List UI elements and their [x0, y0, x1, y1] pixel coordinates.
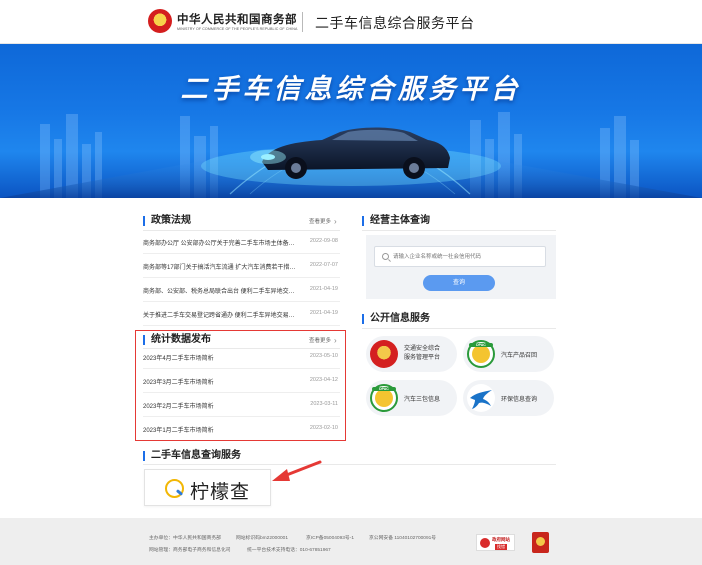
platform-title[interactable]: 二手车信息综合服务平台 [315, 13, 475, 33]
policy-more-link[interactable]: 查看更多 › [309, 217, 337, 226]
national-emblem-icon [148, 9, 172, 33]
service-label: 环保信息查询 [501, 397, 538, 403]
policy-item-title: 商务部等17部门关于搞活汽车流通 扩大汽车消费若干措施... [143, 265, 298, 271]
used-car-query-title: 二手车信息查询服务 [143, 451, 241, 461]
stats-item[interactable]: 2023年1月二手车市场简析 2023-02-10 [143, 417, 340, 441]
stats-item[interactable]: 2023年2月二手车市场简析 2023-03-11 [143, 393, 340, 417]
service-label: 汽车产品召回 [501, 353, 538, 359]
policy-item-date: 2021-04-19 [309, 286, 338, 292]
dpac-icon-mark: DPAC [372, 387, 396, 391]
stats-item-date: 2023-05-10 [309, 353, 338, 359]
policy-item-date: 2021-04-19 [309, 310, 338, 316]
chevron-right-icon: › [334, 217, 337, 226]
dpac-icon: DPAC [370, 384, 398, 412]
gov-badge-line2: 找错 [495, 544, 507, 550]
footer-icp[interactable]: 京ICP备05004093号-1 [306, 534, 354, 541]
service-label: 汽车三包信息 [404, 397, 441, 403]
entity-query-title-rule [362, 230, 556, 231]
chevron-right-icon: › [334, 336, 337, 345]
footer-operator: 网站管理：商务部电子商务和信息化司 [149, 548, 231, 553]
service-label-line1: 交通安全综合 [404, 346, 441, 352]
policy-item[interactable]: 关于推进二手车交易登记跨省通办 便利二手车异地交易的... 2021-04-19 [143, 302, 340, 326]
public-services-title-rule [362, 328, 556, 329]
stats-item-title: 2023年3月二手车市场简析 [143, 380, 214, 386]
stats-item-title: 2023年4月二手车市场简析 [143, 356, 214, 362]
public-services-title: 公开信息服务 [362, 314, 430, 324]
policy-item-title: 商务部办公厅 公安部办公厅关于完善二手车市场主体备案... [143, 241, 298, 247]
lemon-check-label: 柠檬查 [190, 482, 251, 503]
page: 中华人民共和国商务部 MINISTRY OF COMMERCE OF THE P… [0, 0, 702, 565]
policy-more-label: 查看更多 [309, 219, 332, 225]
eagle-logo-icon [467, 384, 495, 412]
lemon-check-card[interactable]: 柠檬查 [144, 469, 271, 506]
gov-badge-line1: 政府网站 [492, 537, 510, 542]
hero-banner: 二手车信息综合服务平台 [0, 44, 702, 198]
policy-item[interactable]: 商务部等17部门关于搞活汽车流通 扩大汽车消费若干措施... 2022-07-0… [143, 254, 340, 278]
gov-site-error-badge[interactable]: 政府网站 找错 [476, 534, 515, 551]
service-label: 交通安全综合 服务管理平台 [404, 345, 440, 363]
stats-item[interactable]: 2023年3月二手车市场简析 2023-04-12 [143, 369, 340, 393]
service-label-line2: 服务管理平台 [404, 355, 441, 361]
stats-item-date: 2023-02-10 [309, 425, 338, 431]
dpac-icon-inner [375, 389, 393, 407]
policy-item[interactable]: 商务部、公安部、税务总局联合出台 便利二手车异地交易... 2021-04-19 [143, 278, 340, 302]
policy-item[interactable]: 商务部办公厅 公安部办公厅关于完善二手车市场主体备案... 2022-09-08 [143, 230, 340, 254]
police-emblem-icon [370, 340, 398, 368]
entity-search-input[interactable] [393, 250, 543, 264]
service-environment[interactable]: 环保信息查询 [463, 380, 554, 416]
ministry-name[interactable]: 中华人民共和国商务部 [177, 11, 297, 27]
footer-support: 统一平台技术支持电话：010-67851967 [247, 548, 331, 553]
policy-section-title: 政策法规 [143, 216, 191, 226]
stats-item-date: 2023-03-11 [310, 401, 338, 407]
banner-title: 二手车信息综合服务平台 [180, 74, 522, 104]
site-footer [0, 518, 702, 565]
stats-section-title: 统计数据发布 [143, 335, 211, 345]
stats-item-date: 2023-04-12 [309, 377, 338, 383]
policy-item-date: 2022-09-08 [309, 238, 338, 244]
stats-item-title: 2023年2月二手车市场简析 [143, 404, 214, 410]
service-vehicle-recall[interactable]: DPAC 汽车产品召回 [463, 336, 554, 372]
party-gov-badge-icon[interactable] [532, 532, 549, 553]
footer-site-id: 网站标识码bm22000001 [236, 536, 288, 541]
stats-item-title: 2023年1月二手车市场简析 [143, 428, 214, 434]
dpac-icon-mark: DPAC [469, 343, 493, 347]
gov-badge-icon [480, 538, 490, 548]
ministry-name-en: MINISTRY OF COMMERCE OF THE PEOPLE'S REP… [177, 27, 298, 31]
red-arrow-annotation [272, 460, 322, 481]
service-traffic-safety[interactable]: 交通安全综合 服务管理平台 [366, 336, 457, 372]
dpac-icon-inner [472, 345, 490, 363]
search-icon [382, 253, 389, 260]
site-header: 中华人民共和国商务部 MINISTRY OF COMMERCE OF THE P… [0, 0, 702, 44]
entity-query-title: 经营主体查询 [362, 216, 430, 226]
dpac-icon: DPAC [467, 340, 495, 368]
used-car-query-title-rule [143, 464, 556, 465]
stats-item[interactable]: 2023年4月二手车市场简析 2023-05-10 [143, 345, 340, 369]
policy-item-title: 关于推进二手车交易登记跨省通办 便利二手车异地交易的... [143, 313, 298, 319]
service-three-guarantees[interactable]: DPAC 汽车三包信息 [366, 380, 457, 416]
query-button[interactable]: 查询 [423, 275, 495, 291]
policy-item-title: 商务部、公安部、税务总局联合出台 便利二手车异地交易... [143, 289, 298, 295]
header-divider [302, 12, 303, 32]
stats-more-link[interactable]: 查看更多 › [309, 336, 337, 345]
entity-search-field[interactable] [374, 246, 546, 267]
footer-police-record[interactable]: 京公网安备 11040102700091号 [369, 534, 436, 541]
policy-item-date: 2022-07-07 [309, 262, 338, 268]
lemon-search-icon [165, 479, 184, 498]
stats-more-label: 查看更多 [309, 338, 332, 344]
eagle-logo-graphic [470, 390, 492, 409]
footer-sponsor: 主办单位：中华人民共和国商务部 [149, 536, 221, 541]
